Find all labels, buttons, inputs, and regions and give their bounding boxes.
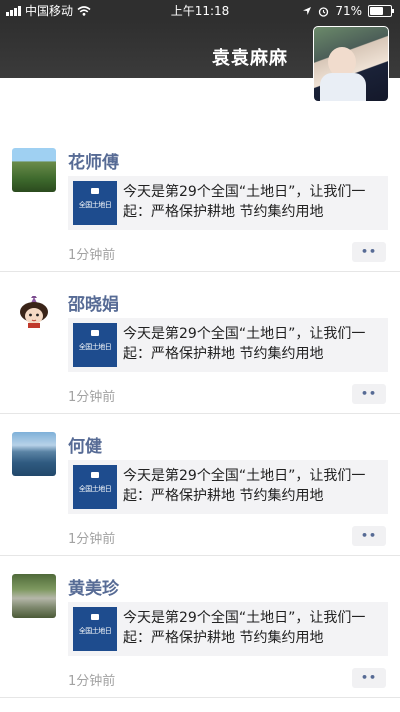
owner-avatar[interactable] [313, 26, 389, 102]
moments-feed: 花师傅 全国土地日 今天是第29个全国“土地日”，让我们一起：严格保护耕地 节约… [0, 130, 400, 698]
battery-icon [368, 5, 394, 17]
poster-name[interactable]: 邵晓娟 [68, 290, 119, 315]
post-time: 1分钟前 [68, 532, 116, 547]
shared-link-card[interactable]: 全国土地日 今天是第29个全国“土地日”，让我们一起：严格保护耕地 节约集约用地 [68, 318, 388, 372]
avatar[interactable] [12, 148, 56, 192]
more-actions-button[interactable]: •• [352, 242, 386, 262]
emblem-icon [91, 472, 99, 478]
more-actions-button[interactable]: •• [352, 526, 386, 546]
moment-post: 邵晓娟 全国土地日 今天是第29个全国“土地日”，让我们一起：严格保护耕地 节约… [0, 272, 400, 414]
moment-post: 黄美珍 全国土地日 今天是第29个全国“土地日”，让我们一起：严格保护耕地 节约… [0, 556, 400, 698]
thumbnail-text: 全国土地日 [78, 485, 112, 493]
avatar[interactable] [12, 574, 56, 618]
emblem-icon [91, 330, 99, 336]
status-bar: 中国移动 上午11:18 71% [0, 0, 400, 22]
owner-name: 袁袁麻麻 [212, 48, 288, 69]
thumbnail-text: 全国土地日 [78, 343, 112, 351]
baby-body [320, 73, 366, 101]
moment-post: 何健 全国土地日 今天是第29个全国“土地日”，让我们一起：严格保护耕地 节约集… [0, 414, 400, 556]
poster-name[interactable]: 黄美珍 [68, 574, 119, 599]
battery-percent: 71% [335, 4, 362, 18]
moment-post: 花师傅 全国土地日 今天是第29个全国“土地日”，让我们一起：严格保护耕地 节约… [0, 130, 400, 272]
link-title: 今天是第29个全国“土地日”，让我们一起：严格保护耕地 节约集约用地 [123, 610, 366, 646]
more-actions-button[interactable]: •• [352, 384, 386, 404]
cartoon-girl-icon [20, 296, 48, 328]
alarm-icon [319, 6, 329, 17]
shared-link-card[interactable]: 全国土地日 今天是第29个全国“土地日”，让我们一起：严格保护耕地 节约集约用地 [68, 602, 388, 656]
location-arrow-icon [303, 7, 312, 15]
thumbnail-text: 全国土地日 [78, 627, 112, 635]
more-actions-button[interactable]: •• [352, 668, 386, 688]
emblem-icon [91, 188, 99, 194]
poster-name[interactable]: 何健 [68, 432, 102, 457]
avatar[interactable] [12, 290, 56, 334]
link-thumbnail: 全国土地日 [73, 323, 117, 367]
link-thumbnail: 全国土地日 [73, 607, 117, 651]
post-time: 1分钟前 [68, 248, 116, 263]
avatar[interactable] [12, 432, 56, 476]
battery-fill [370, 7, 383, 15]
link-title: 今天是第29个全国“土地日”，让我们一起：严格保护耕地 节约集约用地 [123, 184, 366, 220]
shared-link-card[interactable]: 全国土地日 今天是第29个全国“土地日”，让我们一起：严格保护耕地 节约集约用地 [68, 460, 388, 514]
thumbnail-text: 全国土地日 [78, 201, 112, 209]
post-time: 1分钟前 [68, 674, 116, 689]
emblem-icon [91, 614, 99, 620]
link-title: 今天是第29个全国“土地日”，让我们一起：严格保护耕地 节约集约用地 [123, 326, 366, 362]
status-right: 71% [302, 0, 394, 22]
poster-name[interactable]: 花师傅 [68, 148, 119, 173]
link-title: 今天是第29个全国“土地日”，让我们一起：严格保护耕地 节约集约用地 [123, 468, 366, 504]
link-thumbnail: 全国土地日 [73, 465, 117, 509]
shared-link-card[interactable]: 全国土地日 今天是第29个全国“土地日”，让我们一起：严格保护耕地 节约集约用地 [68, 176, 388, 230]
post-time: 1分钟前 [68, 390, 116, 405]
link-thumbnail: 全国土地日 [73, 181, 117, 225]
